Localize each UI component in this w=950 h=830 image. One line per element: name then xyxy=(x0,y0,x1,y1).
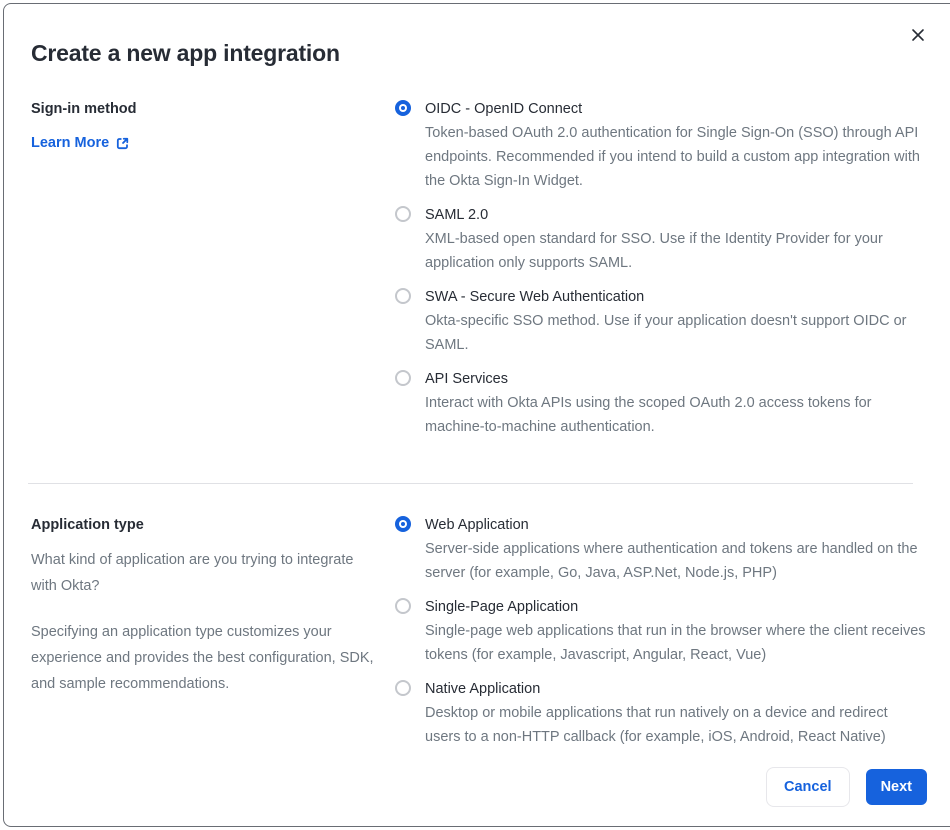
radio-option-api-services[interactable]: API Services Interact with Okta APIs usi… xyxy=(395,367,927,439)
dialog-footer: Cancel Next xyxy=(766,767,927,807)
dialog-title: Create a new app integration xyxy=(31,40,340,66)
application-type-section: Application type What kind of applicatio… xyxy=(31,513,927,759)
radio-option-label: SAML 2.0 xyxy=(425,207,489,223)
radio-selected-icon[interactable] xyxy=(395,516,411,532)
application-type-help-text: Specifying an application type customize… xyxy=(31,624,374,692)
radio-option-description: Single-page web applications that run in… xyxy=(425,623,926,663)
cancel-button[interactable]: Cancel xyxy=(766,767,850,807)
radio-unselected-icon[interactable] xyxy=(395,680,411,696)
radio-option-single-page-application[interactable]: Single-Page Application Single-page web … xyxy=(395,595,927,667)
signin-method-section: Sign-in method Learn More OIDC - OpenID … xyxy=(31,97,927,449)
radio-selected-icon[interactable] xyxy=(395,100,411,116)
radio-option-description: XML-based open standard for SSO. Use if … xyxy=(425,231,883,271)
radio-option-label: OIDC - OpenID Connect xyxy=(425,101,583,117)
radio-option-label: API Services xyxy=(425,371,508,387)
radio-option-label: Web Application xyxy=(425,517,529,533)
radio-unselected-icon[interactable] xyxy=(395,370,411,386)
radio-option-description: Interact with Okta APIs using the scoped… xyxy=(425,395,872,435)
radio-option-description: Okta-specific SSO method. Use if your ap… xyxy=(425,313,907,353)
radio-unselected-icon[interactable] xyxy=(395,206,411,222)
radio-unselected-icon[interactable] xyxy=(395,598,411,614)
learn-more-label: Learn More xyxy=(31,135,110,151)
next-button[interactable]: Next xyxy=(865,769,927,805)
radio-unselected-icon[interactable] xyxy=(395,288,411,304)
close-button[interactable] xyxy=(909,26,927,44)
section-divider xyxy=(28,483,913,484)
radio-option-description: Server-side applications where authentic… xyxy=(425,541,918,581)
application-type-question: What kind of application are you trying … xyxy=(31,552,354,594)
radio-option-saml[interactable]: SAML 2.0 XML-based open standard for SSO… xyxy=(395,203,927,275)
radio-option-label: Single-Page Application xyxy=(425,599,579,615)
radio-option-label: SWA - Secure Web Authentication xyxy=(425,289,645,305)
radio-option-native-application[interactable]: Native Application Desktop or mobile app… xyxy=(395,677,927,749)
application-type-heading: Application type xyxy=(31,517,144,533)
radio-option-swa[interactable]: SWA - Secure Web Authentication Okta-spe… xyxy=(395,285,927,357)
close-icon xyxy=(912,29,924,41)
radio-option-description: Token-based OAuth 2.0 authentication for… xyxy=(425,125,920,189)
radio-option-web-application[interactable]: Web Application Server-side applications… xyxy=(395,513,927,585)
radio-option-label: Native Application xyxy=(425,681,541,697)
external-link-icon xyxy=(117,137,129,149)
application-type-radiogroup: Web Application Server-side applications… xyxy=(395,513,927,759)
signin-method-heading: Sign-in method xyxy=(31,101,137,117)
radio-option-description: Desktop or mobile applications that run … xyxy=(425,705,888,745)
radio-option-oidc[interactable]: OIDC - OpenID Connect Token-based OAuth … xyxy=(395,97,927,193)
create-app-integration-dialog: Create a new app integration Sign-in met… xyxy=(3,3,950,827)
learn-more-link[interactable]: Learn More xyxy=(31,131,130,155)
signin-method-radiogroup: OIDC - OpenID Connect Token-based OAuth … xyxy=(395,97,927,449)
